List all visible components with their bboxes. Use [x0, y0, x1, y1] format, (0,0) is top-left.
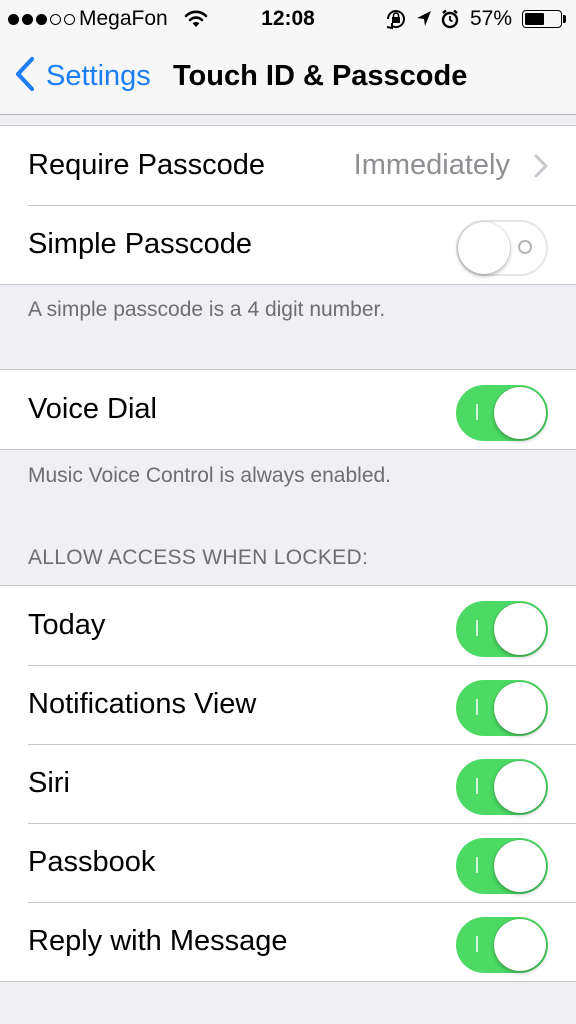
simple-passcode-toggle[interactable]: [456, 220, 548, 276]
status-bar: MegaFon 12:08 57%: [0, 0, 576, 38]
locked-access-label: Notifications View: [28, 688, 257, 720]
locked-access-toggle-notifications-view[interactable]: [456, 680, 548, 736]
locked-access-label: Siri: [28, 767, 70, 799]
locked-access-label: Today: [28, 609, 106, 641]
simple-passcode-label: Simple Passcode: [28, 228, 253, 260]
passcode-settings-group: Require Passcode Immediately Simple Pass…: [0, 125, 576, 285]
locked-access-toggle-reply-with-message[interactable]: [456, 917, 548, 973]
battery-icon: [522, 10, 562, 28]
navigation-bar: Settings Touch ID & Passcode: [0, 38, 576, 115]
simple-passcode-footer: A simple passcode is a 4 digit number.: [28, 298, 386, 321]
voice-dial-toggle[interactable]: [456, 385, 548, 441]
switch-on-mark: [476, 936, 478, 952]
locked-access-toggle-siri[interactable]: [456, 759, 548, 815]
location-icon: [417, 11, 431, 26]
battery-tip: [563, 15, 566, 23]
chevron-right-icon: [534, 154, 548, 183]
battery-percentage: 57%: [470, 7, 513, 30]
switch-knob: [494, 682, 546, 734]
page-title: Touch ID & Passcode: [173, 60, 468, 92]
switch-off-mark: [518, 240, 532, 254]
locked-access-toggle-passbook[interactable]: [456, 838, 548, 894]
switch-knob: [494, 761, 546, 813]
switch-on-mark: [476, 620, 478, 636]
back-button[interactable]: Settings: [14, 56, 151, 97]
switch-knob: [494, 919, 546, 971]
voice-dial-row: Voice Dial: [0, 370, 576, 449]
switch-on-mark: [476, 857, 478, 873]
require-passcode-value: Immediately: [353, 149, 510, 181]
locked-access-toggle-today[interactable]: [456, 601, 548, 657]
switch-knob: [494, 387, 546, 439]
simple-passcode-row: Simple Passcode: [0, 205, 576, 284]
rotation-lock-icon: [386, 10, 405, 30]
switch-on-mark: [476, 699, 478, 715]
chevron-left-icon: [14, 56, 36, 97]
battery-level-fill: [525, 13, 544, 25]
back-button-label: Settings: [46, 60, 151, 92]
voice-dial-group: Voice Dial: [0, 369, 576, 450]
locked-access-label: Reply with Message: [28, 925, 288, 957]
status-icons: [384, 8, 464, 36]
require-passcode-row[interactable]: Require Passcode Immediately: [0, 126, 576, 205]
locked-access-label: Passbook: [28, 846, 156, 878]
switch-on-mark: [476, 778, 478, 794]
switch-knob: [494, 840, 546, 892]
require-passcode-label: Require Passcode: [28, 149, 265, 181]
switch-on-mark: [476, 404, 478, 420]
locked-access-row-notifications-view: Notifications View: [0, 665, 576, 744]
switch-knob: [458, 222, 510, 274]
switch-knob: [494, 603, 546, 655]
locked-access-row-today: Today: [0, 586, 576, 665]
allow-access-header: ALLOW ACCESS WHEN LOCKED:: [28, 546, 369, 569]
voice-control-footer: Music Voice Control is always enabled.: [28, 464, 392, 487]
locked-access-row-passbook: Passbook: [0, 823, 576, 902]
allow-access-group: Today Notifications View Siri Passbook Reply…: [0, 585, 576, 982]
locked-access-row-reply-with-message: Reply with Message: [0, 902, 576, 981]
alarm-icon: [441, 9, 459, 29]
voice-dial-label: Voice Dial: [28, 393, 157, 425]
locked-access-row-siri: Siri: [0, 744, 576, 823]
